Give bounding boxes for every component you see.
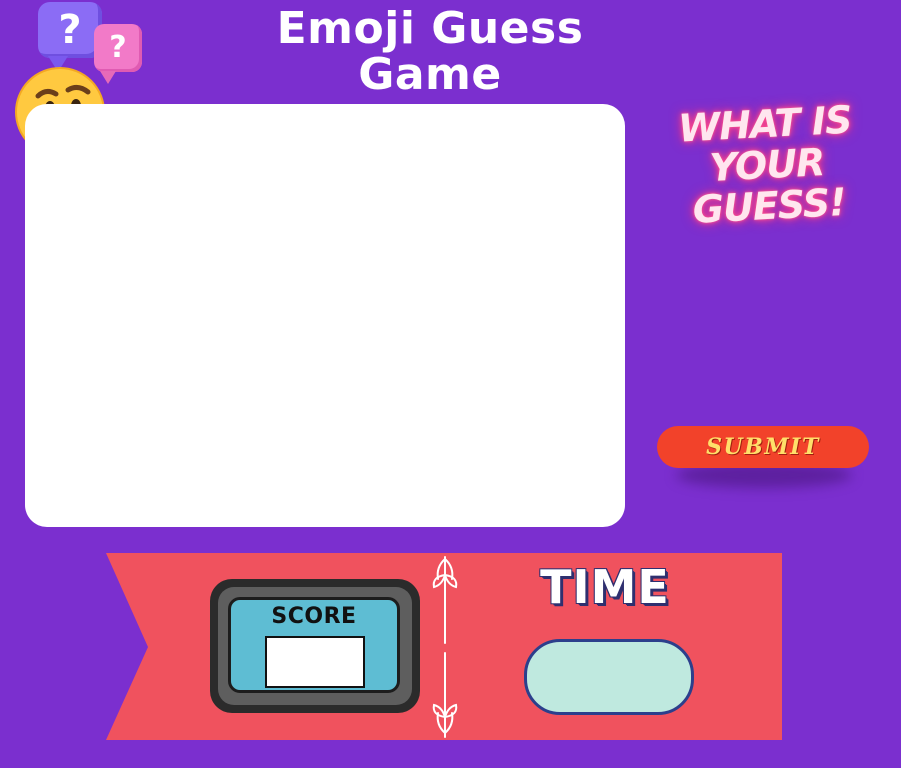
- score-value: [265, 636, 365, 688]
- guess-prompt-text: WHAT IS YOUR GUESS!: [677, 97, 853, 232]
- score-label: SCORE: [271, 604, 357, 629]
- score-screen: SCORE: [228, 597, 400, 693]
- time-value: [524, 639, 694, 715]
- emoji-display-panel: [25, 104, 625, 527]
- question-bubble-small-icon: ?: [94, 24, 142, 84]
- game-title: Emoji Guess Game: [276, 3, 584, 100]
- score-panel: SCORE: [210, 579, 420, 713]
- score-panel-bezel: SCORE: [218, 587, 412, 705]
- time-label: TIME: [540, 560, 670, 614]
- submit-button[interactable]: SUBMIT: [657, 426, 869, 468]
- question-bubble-icon: ?: [38, 2, 102, 72]
